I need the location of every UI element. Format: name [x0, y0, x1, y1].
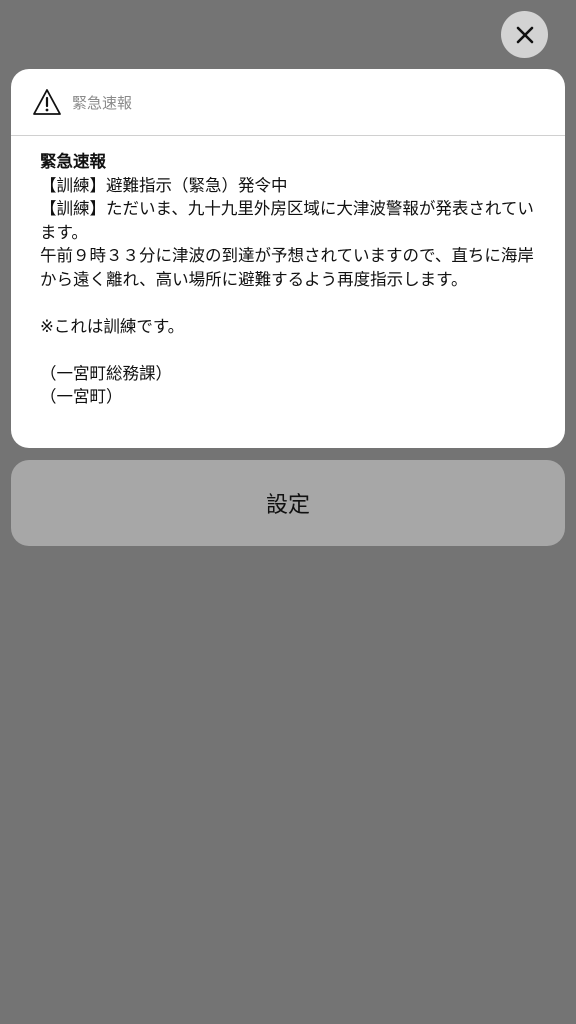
emergency-alert-card: 緊急速報 緊急速報 【訓練】避難指示（緊急）発令中 【訓練】ただいま、九十九里外… [11, 69, 565, 448]
alert-header: 緊急速報 [11, 69, 565, 136]
alert-title: 緊急速報 [40, 152, 106, 171]
alert-message: 【訓練】避難指示（緊急）発令中 【訓練】ただいま、九十九里外房区域に大津波警報が… [40, 175, 534, 407]
warning-triangle-icon [32, 87, 62, 117]
close-button[interactable] [501, 11, 548, 58]
alert-app-title: 緊急速報 [72, 93, 133, 112]
settings-button[interactable]: 設定 [11, 460, 565, 546]
alert-body: 緊急速報 【訓練】避難指示（緊急）発令中 【訓練】ただいま、九十九里外房区域に大… [11, 136, 565, 409]
close-icon [516, 26, 534, 44]
